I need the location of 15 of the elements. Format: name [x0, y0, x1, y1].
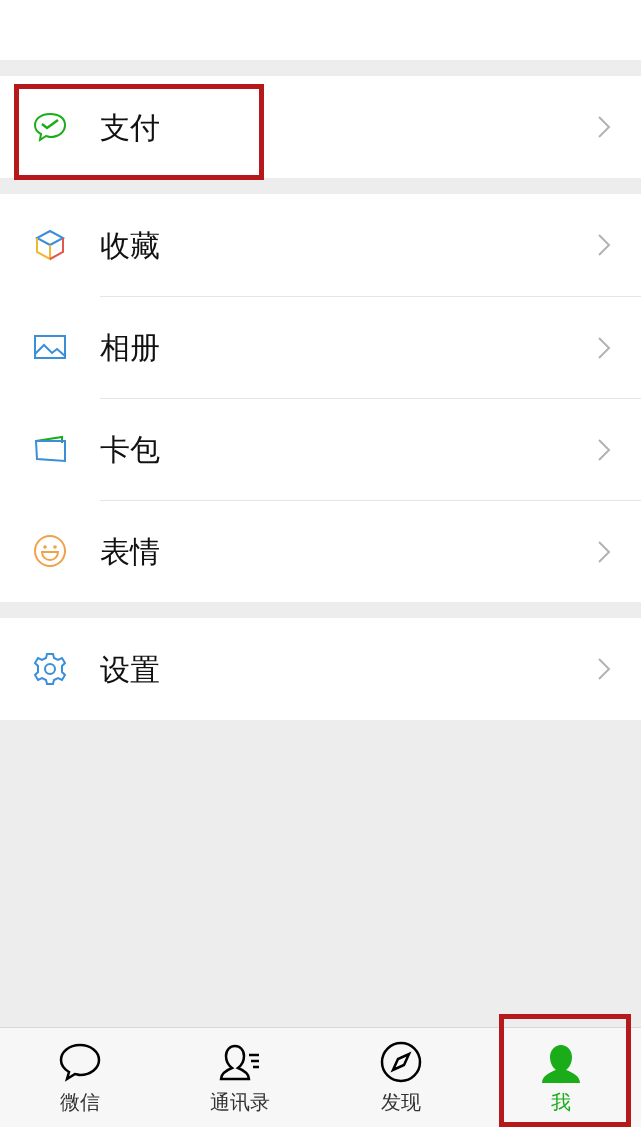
chevron-icon [597, 335, 611, 360]
chevron-icon [597, 233, 611, 257]
smiley-icon [32, 533, 68, 569]
chevron-icon [597, 657, 611, 681]
menu-item-label[interactable]: 表情 [100, 529, 597, 574]
chevron-icon [597, 437, 611, 462]
tab-label[interactable]: 微信 [60, 1086, 101, 1117]
chevron-icon [597, 115, 611, 139]
settings-icon [32, 651, 68, 687]
tab-label[interactable]: 通讯录 [210, 1086, 271, 1117]
chevron-icon [597, 539, 611, 564]
tab-label[interactable]: 发现 [380, 1086, 421, 1117]
menu-item-label[interactable]: 相册 [100, 325, 597, 370]
menu-item-label[interactable]: 卡包 [100, 427, 597, 472]
menu-item-label[interactable]: 收藏 [100, 222, 597, 268]
